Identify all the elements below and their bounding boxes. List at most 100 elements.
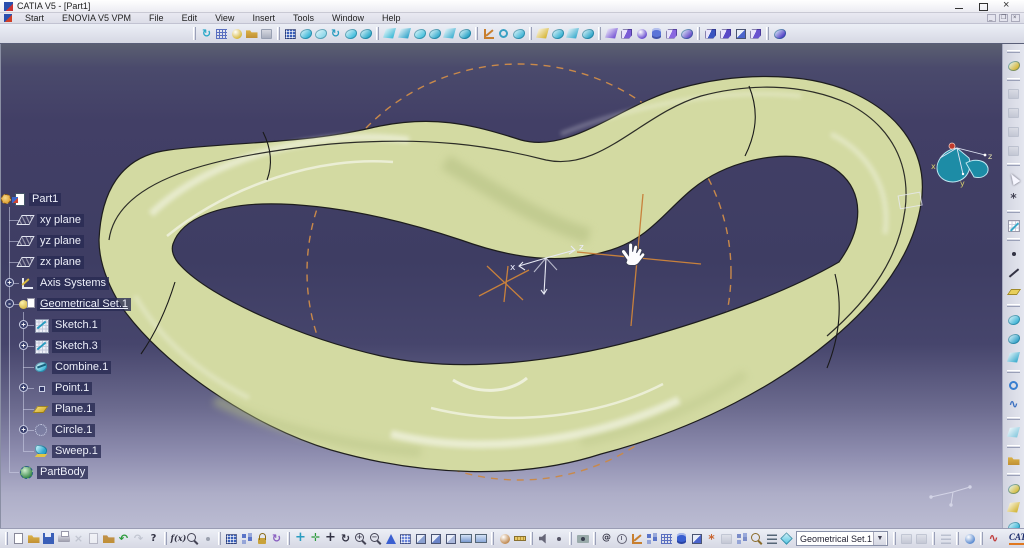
- tree-item-label[interactable]: Sketch.1: [52, 318, 101, 332]
- combine-icon[interactable]: [412, 25, 427, 43]
- projection-icon[interactable]: [1005, 310, 1023, 329]
- parallel-curve-icon[interactable]: [442, 25, 457, 43]
- tree-item-label[interactable]: Point.1: [52, 381, 93, 395]
- undo-icon[interactable]: [116, 530, 131, 548]
- tree-item-label[interactable]: Combine.1: [52, 360, 112, 374]
- line-icon[interactable]: [1005, 263, 1023, 282]
- toolbar-drag-handle[interactable]: [569, 532, 572, 545]
- plane-icon[interactable]: [1005, 282, 1023, 301]
- search-doc-icon[interactable]: [749, 530, 764, 548]
- join-icon[interactable]: [703, 25, 718, 43]
- spiral-icon[interactable]: [328, 25, 343, 43]
- toolbar-drag-handle[interactable]: [287, 532, 290, 545]
- tree-item-plane-1[interactable]: Plane.1: [34, 401, 96, 417]
- instant-msg-icon[interactable]: [551, 530, 566, 548]
- tree-item-sweep-1[interactable]: Sweep.1: [34, 443, 101, 459]
- zoom-out-icon[interactable]: [368, 530, 383, 548]
- intersection-icon[interactable]: [397, 25, 412, 43]
- toolbar-drag-handle[interactable]: [529, 27, 532, 40]
- reflect-icon[interactable]: [1005, 348, 1023, 367]
- filter-tree-icon[interactable]: [734, 530, 749, 548]
- formula-icon[interactable]: [170, 530, 185, 548]
- point-icon[interactable]: [1005, 244, 1023, 263]
- toolbar-drag-handle[interactable]: [277, 27, 280, 40]
- current-tool-combo[interactable]: ▼: [796, 531, 888, 546]
- scaling-icon[interactable]: [580, 25, 595, 43]
- open-catalog-icon[interactable]: [259, 25, 274, 43]
- toolbar-drag-handle[interactable]: [491, 532, 494, 545]
- tree-item-xy-plane[interactable]: xy plane: [19, 212, 84, 228]
- chevron-down-icon[interactable]: ▼: [873, 532, 886, 545]
- toolbar-drag-handle[interactable]: [1007, 473, 1020, 476]
- toolbar-drag-handle[interactable]: [164, 532, 167, 545]
- select-icon[interactable]: [1005, 169, 1023, 188]
- child-close-button[interactable]: ×: [1011, 14, 1020, 22]
- historic-icon[interactable]: [764, 530, 779, 548]
- catalog-d-icon[interactable]: [1005, 141, 1023, 160]
- wireframe-icon[interactable]: [443, 530, 458, 548]
- toolbar-drag-handle[interactable]: [1007, 370, 1020, 373]
- fit-all-icon[interactable]: [308, 530, 323, 548]
- pointer-3d-icon[interactable]: [704, 530, 719, 548]
- circle-icon[interactable]: [1005, 376, 1023, 395]
- shading-icon[interactable]: [413, 530, 428, 548]
- catalog-b-icon[interactable]: [1005, 103, 1023, 122]
- snap-point-icon[interactable]: [689, 530, 704, 548]
- tree-item-label[interactable]: Circle.1: [52, 423, 96, 437]
- axis-system-icon[interactable]: [481, 25, 496, 43]
- healing-icon[interactable]: [718, 25, 733, 43]
- menu-window[interactable]: Window: [323, 13, 373, 24]
- blend-surface-icon[interactable]: [358, 25, 373, 43]
- 3d-viewport[interactable]: x z z y x Part1 xy plane yz plane zx pla…: [0, 44, 1002, 528]
- tree-item-label[interactable]: yz plane: [37, 234, 84, 248]
- corner-icon[interactable]: [1005, 423, 1023, 442]
- symmetry-icon[interactable]: [565, 25, 580, 43]
- menu-help[interactable]: Help: [373, 13, 410, 24]
- boundary-icon[interactable]: [772, 25, 787, 43]
- multi-view-icon[interactable]: [398, 530, 413, 548]
- menu-edit[interactable]: Edit: [173, 13, 207, 24]
- menu-tools[interactable]: Tools: [284, 13, 323, 24]
- toolbar-drag-handle[interactable]: [1007, 78, 1020, 81]
- tree-item-sketch-1[interactable]: Sketch.1: [34, 317, 101, 333]
- geo-set-icon[interactable]: [779, 530, 794, 548]
- cylinder-icon[interactable]: [649, 25, 664, 43]
- toolbar-drag-handle[interactable]: [1007, 238, 1020, 241]
- tree-item-label[interactable]: Sketch.3: [52, 339, 101, 353]
- child-restore-button[interactable]: ❐: [999, 14, 1008, 22]
- curve-analysis-icon[interactable]: [986, 530, 1001, 548]
- whats-this-icon[interactable]: [146, 530, 161, 548]
- revolve-surface-icon[interactable]: [1005, 498, 1023, 517]
- menu-view[interactable]: View: [206, 13, 243, 24]
- grid-icon[interactable]: [659, 530, 674, 548]
- revolve-icon[interactable]: [619, 25, 634, 43]
- extremum-icon[interactable]: [496, 25, 511, 43]
- toolbar-drag-handle[interactable]: [5, 532, 8, 545]
- tree-item-label[interactable]: PartBody: [37, 465, 89, 479]
- trim-icon[interactable]: [748, 25, 763, 43]
- tree-item-label[interactable]: Geometrical Set.1: [37, 297, 132, 311]
- toolbar-drag-handle[interactable]: [598, 27, 601, 40]
- work-support-icon[interactable]: [674, 530, 689, 548]
- spline-icon[interactable]: [1005, 395, 1023, 414]
- capture-icon[interactable]: [575, 530, 590, 548]
- tree-item-label[interactable]: Part1: [29, 192, 62, 206]
- toolbar-drag-handle[interactable]: [893, 532, 896, 545]
- toolbar-drag-handle[interactable]: [1007, 50, 1020, 53]
- design-table-icon[interactable]: [224, 530, 239, 548]
- headset-icon[interactable]: [536, 530, 551, 548]
- pan-icon[interactable]: [323, 530, 338, 548]
- law-icon[interactable]: [535, 25, 550, 43]
- cut-icon[interactable]: [71, 530, 86, 548]
- child-minimize-button[interactable]: _: [987, 14, 996, 22]
- reflect-line-icon[interactable]: [427, 25, 442, 43]
- toolbar-drag-handle[interactable]: [593, 532, 596, 545]
- catalog-a-icon[interactable]: [1005, 84, 1023, 103]
- open-icon[interactable]: [26, 530, 41, 548]
- tree-item-label[interactable]: Axis Systems: [37, 276, 110, 290]
- fill-surface-icon[interactable]: [343, 25, 358, 43]
- law-browser-icon[interactable]: [1005, 451, 1023, 470]
- work-grid-icon[interactable]: [214, 25, 229, 43]
- menu-file[interactable]: File: [140, 13, 173, 24]
- toolbar-drag-handle[interactable]: [980, 532, 983, 545]
